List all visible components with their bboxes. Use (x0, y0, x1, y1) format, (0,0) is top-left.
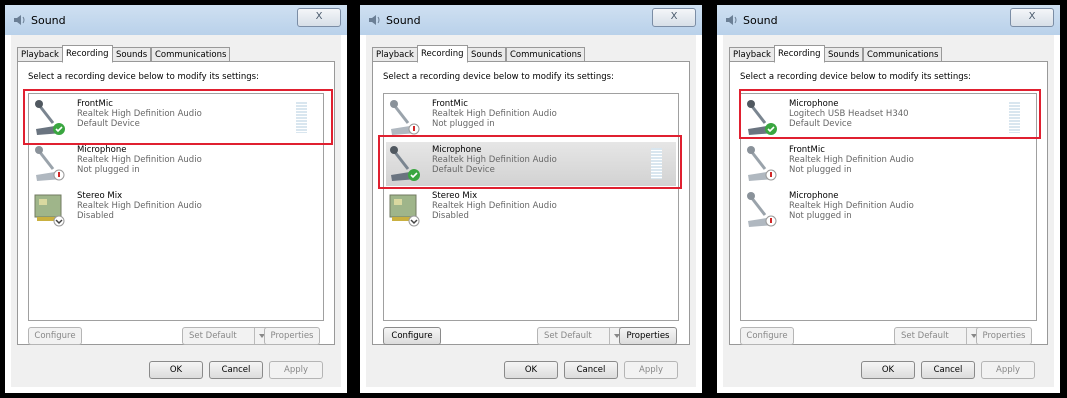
device-status: Not plugged in (789, 165, 852, 175)
tab-recording[interactable]: Recording (62, 45, 113, 63)
sound-dialog-1: Sound X Playback Recording Sounds Commun… (5, 5, 347, 393)
device-list: FrontMic Realtek High Definition Audio N… (383, 93, 679, 321)
recording-tab-pane: Select a recording device below to modif… (372, 61, 690, 345)
cancel-button[interactable]: Cancel (921, 361, 975, 379)
highlight-box (23, 89, 333, 145)
cancel-button[interactable]: Cancel (564, 361, 618, 379)
close-button[interactable]: X (297, 8, 341, 27)
device-status: Disabled (77, 211, 114, 221)
device-status: Not plugged in (432, 119, 495, 129)
apply-button[interactable]: Apply (624, 361, 678, 379)
device-item-frontmic[interactable]: FrontMic Realtek High Definition Audio N… (386, 96, 676, 140)
sound-card-icon (389, 194, 420, 227)
window-title: Sound (31, 14, 66, 27)
highlight-box (739, 89, 1041, 139)
device-driver: Realtek High Definition Audio (432, 201, 557, 211)
configure-button[interactable]: Configure (28, 327, 82, 345)
disabled-icon (408, 215, 420, 227)
microphone-icon (390, 100, 420, 135)
device-status: Not plugged in (77, 165, 140, 175)
microphone-icon (35, 146, 65, 181)
device-name: Stereo Mix (77, 191, 123, 201)
close-button[interactable]: X (652, 8, 696, 27)
set-default-label: Set Default (544, 331, 592, 341)
device-item-microphone[interactable]: Microphone Realtek High Definition Audio… (743, 188, 1034, 232)
device-driver: Realtek High Definition Audio (789, 201, 914, 211)
device-name: Microphone (77, 145, 127, 155)
properties-button[interactable]: Properties (619, 327, 677, 345)
microphone-icon (747, 192, 777, 227)
properties-button[interactable]: Properties (976, 327, 1032, 345)
sound-dialog-2: Sound X Playback Recording Sounds Commun… (360, 5, 702, 393)
title-bar: Sound X (360, 5, 702, 35)
title-bar: Sound X (5, 5, 347, 35)
configure-button[interactable]: Configure (740, 327, 794, 345)
device-item-stereo-mix[interactable]: Stereo Mix Realtek High Definition Audio… (31, 188, 321, 232)
window-title: Sound (743, 14, 778, 27)
cancel-button[interactable]: Cancel (209, 361, 263, 379)
device-driver: Realtek High Definition Audio (77, 155, 202, 165)
speaker-icon (369, 15, 380, 25)
device-name: Microphone (789, 191, 839, 201)
microphone-icon (747, 146, 777, 181)
close-button[interactable]: X (1010, 8, 1054, 27)
disabled-icon (53, 215, 65, 227)
device-driver: Realtek High Definition Audio (789, 155, 914, 165)
instruction-text: Select a recording device below to modif… (383, 72, 614, 82)
highlight-box (378, 135, 682, 189)
set-default-button[interactable]: Set Default (182, 327, 270, 345)
title-bar: Sound X (717, 5, 1060, 35)
tab-recording[interactable]: Recording (417, 45, 468, 63)
speaker-icon (14, 15, 25, 25)
set-default-button[interactable]: Set Default (537, 327, 625, 345)
instruction-text: Select a recording device below to modif… (28, 72, 259, 82)
device-driver: Realtek High Definition Audio (432, 109, 557, 119)
device-status: Not plugged in (789, 211, 852, 221)
ok-button[interactable]: OK (861, 361, 915, 379)
sound-dialog-3: Sound X Playback Recording Sounds Commun… (717, 5, 1060, 393)
device-driver: Realtek High Definition Audio (77, 201, 202, 211)
device-item-frontmic[interactable]: FrontMic Realtek High Definition Audio N… (743, 142, 1034, 186)
ok-button[interactable]: OK (149, 361, 203, 379)
window-title: Sound (386, 14, 421, 27)
tab-recording[interactable]: Recording (774, 45, 825, 63)
device-name: Stereo Mix (432, 191, 478, 201)
device-name: FrontMic (789, 145, 825, 155)
properties-button[interactable]: Properties (264, 327, 320, 345)
dialog-body: Playback Recording Sounds Communications… (366, 35, 696, 387)
dialog-body: Playback Recording Sounds Communications… (723, 35, 1054, 387)
sound-card-icon (34, 194, 65, 227)
device-item-microphone[interactable]: Microphone Realtek High Definition Audio… (31, 142, 321, 186)
ok-button[interactable]: OK (504, 361, 558, 379)
set-default-label: Set Default (901, 331, 949, 341)
apply-button[interactable]: Apply (269, 361, 323, 379)
device-name: FrontMic (432, 99, 468, 109)
dialog-body: Playback Recording Sounds Communications… (11, 35, 341, 387)
device-status: Disabled (432, 211, 469, 221)
set-default-button[interactable]: Set Default (894, 327, 982, 345)
device-item-stereo-mix[interactable]: Stereo Mix Realtek High Definition Audio… (386, 188, 676, 232)
configure-button[interactable]: Configure (383, 327, 441, 345)
set-default-label: Set Default (189, 331, 237, 341)
instruction-text: Select a recording device below to modif… (740, 72, 971, 82)
speaker-icon (726, 15, 737, 25)
apply-button[interactable]: Apply (981, 361, 1035, 379)
